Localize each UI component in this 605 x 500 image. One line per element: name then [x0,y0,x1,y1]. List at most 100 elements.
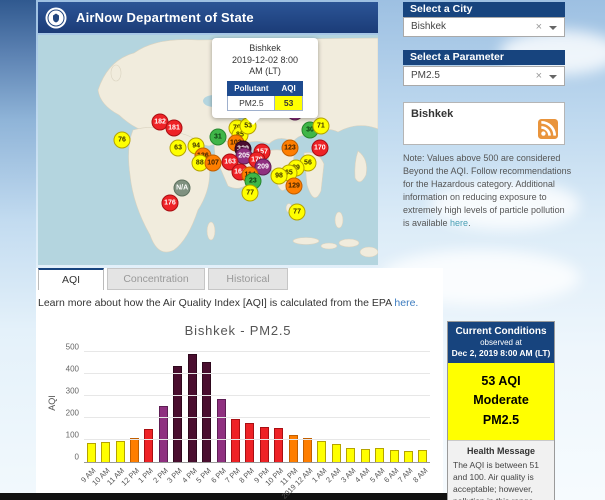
chart-y-tick: 500 [66,343,79,352]
chart-column: 10 AM [98,352,112,462]
chart-bar[interactable] [260,427,269,462]
learn-more-label: Learn more about how the Air Quality Ind… [38,297,392,309]
chart-bar[interactable] [202,362,211,462]
chart-bar[interactable] [188,354,197,462]
aqi-marker[interactable]: 107 [205,155,222,172]
chart-bar[interactable] [317,441,326,462]
aqi-marker[interactable]: 71 [312,118,329,135]
health-message-text: The AQI is between 51 and 100. Air quali… [453,460,549,500]
airnow-page: AirNow Department of State [0,0,605,500]
aqi-marker[interactable]: 31 [209,128,226,145]
aqi-marker[interactable]: 63 [170,139,187,156]
tab-historical[interactable]: Historical [208,268,288,290]
select-parameter-header: Select a Parameter [403,50,565,65]
rss-icon[interactable] [538,119,558,139]
chart-column: 8 AM [416,352,430,462]
aqi-marker[interactable]: 77 [289,204,306,221]
chart-bar[interactable] [390,450,399,462]
chart-column: 12 PM [127,352,141,462]
learn-more-text: Learn more about how the Air Quality Ind… [38,297,418,309]
tab-concentration[interactable]: Concentration [107,268,205,290]
chart-column: 8 PM [243,352,257,462]
chart-bar[interactable] [303,438,312,462]
city-select-dropdown[interactable]: Bishkek × [403,17,565,37]
chart-gridline [84,373,430,374]
aqi-marker[interactable]: 170 [311,139,328,156]
chart-bar[interactable] [346,448,355,462]
chart-x-tick: 4 AM [353,466,371,484]
chevron-down-icon[interactable] [549,26,557,34]
current-conditions-panel: Current Conditions observed at Dec 2, 20… [447,321,555,500]
current-conditions-header: Current Conditions observed at Dec 2, 20… [448,322,554,363]
chart-bar[interactable] [404,451,413,462]
chart-column: 11 AM [113,352,127,462]
chart-bar[interactable] [217,399,226,462]
chart-bar[interactable] [116,441,125,462]
chart-column: 1 PM [142,352,156,462]
note-link[interactable]: here [450,218,468,228]
select-city-header: Select a City [403,2,565,17]
aqi-marker[interactable]: 123 [281,139,298,156]
chart-column: 7 AM [401,352,415,462]
health-message-title: Health Message [453,446,549,456]
note-suffix: . [468,218,471,228]
chart-column: 10 PM [271,352,285,462]
chevron-down-icon[interactable] [549,75,557,83]
chart-column: 4 AM [358,352,372,462]
tab-aqi[interactable]: AQI [38,268,104,290]
chart-bar[interactable] [130,438,139,462]
chart-bar[interactable] [375,448,384,462]
clear-icon[interactable]: × [536,18,542,36]
state-department-seal-icon [45,7,67,29]
footer-bar [0,493,447,500]
aqi-marker[interactable]: 176 [161,194,178,211]
aqi-marker[interactable]: 129 [286,178,303,195]
chart-bar[interactable] [418,450,427,462]
chart-bar[interactable] [332,444,341,462]
aqi-marker[interactable]: N/A [174,179,191,196]
chart-column: 1 AM [315,352,329,462]
aqi-chart: Bishkek - PM2.5 AQI 9 AM10 AM11 AM12 PM1… [36,316,440,493]
chart-bar[interactable] [144,429,153,462]
aqi-marker[interactable]: 76 [113,132,130,149]
app-header: AirNow Department of State [38,2,378,33]
chart-y-tick: 200 [66,409,79,418]
map-popup: Bishkek 2019-12-02 8:00 AM (LT) Pollutan… [212,38,318,118]
popup-col-aqi: AQI [275,82,302,96]
learn-more-link[interactable]: here. [394,297,418,309]
beyond-aqi-note: Note: Values above 500 are considered Be… [403,152,573,230]
chart-y-tick: 400 [66,365,79,374]
chart-y-tick: 100 [66,431,79,440]
chart-gridline [84,351,430,352]
popup-table: Pollutant AQI PM2.5 53 [227,81,302,111]
chart-bar[interactable] [245,423,254,462]
chart-column: 3 PM [171,352,185,462]
chart-bars: 9 AM10 AM11 AM12 PM1 PM2 PM3 PM4 PM5 PM6… [84,352,430,462]
chart-title: Bishkek - PM2.5 [36,316,440,338]
chart-bar[interactable] [361,449,370,462]
chart-y-tick: 0 [75,453,79,462]
chart-bar[interactable] [159,406,168,462]
chart-bar[interactable] [173,366,182,462]
parameter-select-dropdown[interactable]: PM2.5 × [403,66,565,86]
chart-column: 3 AM [344,352,358,462]
chart-bar[interactable] [231,419,240,462]
aqi-marker[interactable]: 98 [271,167,288,184]
chart-bar[interactable] [101,442,110,462]
aqi-marker[interactable]: 181 [166,120,183,137]
current-conditions-subtitle: observed at [450,338,552,347]
chart-column: 11 PM [286,352,300,462]
current-aqi-category: Moderate [450,391,552,410]
chart-column: 2 PM [156,352,170,462]
app-title: AirNow Department of State [76,10,254,25]
world-aqi-map[interactable]: 7618218163941368810731798510232920516315… [38,35,378,265]
chart-bar[interactable] [87,443,96,462]
current-aqi-block: 53 AQI Moderate PM2.5 [448,363,554,440]
chart-bar[interactable] [274,428,283,462]
chart-x-tick: 5 PM [194,466,213,485]
chart-column: 7 PM [228,352,242,462]
chart-x-tick: 8 AM [411,466,429,484]
clear-icon[interactable]: × [536,67,542,85]
current-aqi-value: 53 AQI [450,372,552,391]
aqi-marker[interactable]: 77 [242,185,259,202]
